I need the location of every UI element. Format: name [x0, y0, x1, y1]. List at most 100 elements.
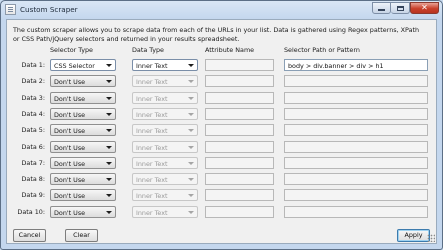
- data-type-select-value: Inner Text: [136, 209, 168, 217]
- selector-type-select-value: Don't Use: [54, 160, 86, 168]
- dialog-body: The custom scraper allows you to scrape …: [6, 19, 437, 244]
- data-type-select: Inner Text: [132, 75, 198, 87]
- minimize-button[interactable]: [372, 2, 391, 14]
- cancel-button[interactable]: Cancel: [13, 229, 46, 242]
- column-header-data-type: Data Type: [132, 46, 164, 54]
- row-label: Data 6:: [21, 143, 45, 151]
- maximize-button[interactable]: [391, 2, 410, 14]
- data-type-select: Inner Text: [132, 206, 198, 218]
- data-type-select-value: Inner Text: [136, 160, 168, 168]
- chevron-down-icon: [188, 194, 194, 197]
- data-type-select-value: Inner Text: [136, 62, 168, 70]
- selector-type-select-value: Don't Use: [54, 127, 86, 135]
- attribute-name-field: [205, 124, 274, 136]
- attribute-name-field: [205, 92, 274, 104]
- column-header-selector-type: Selector Type: [50, 46, 93, 54]
- maximize-icon: [396, 5, 404, 11]
- attribute-name-field: [205, 141, 274, 153]
- selector-path-field: [284, 189, 428, 201]
- chevron-down-icon: [106, 80, 112, 83]
- row-label: Data 8:: [21, 175, 45, 183]
- data-type-select: Inner Text: [132, 141, 198, 153]
- selector-path-field: [284, 124, 428, 136]
- selector-path-field: [284, 141, 428, 153]
- attribute-name-field: [205, 157, 274, 169]
- window-app-icon[interactable]: [5, 4, 16, 15]
- data-type-select-value: Inner Text: [136, 127, 168, 135]
- row-label: Data 2:: [21, 77, 45, 85]
- selector-type-select-value: CSS Selector: [54, 62, 95, 70]
- selector-path-field: [284, 157, 428, 169]
- chevron-down-icon: [106, 97, 112, 100]
- chevron-down-icon: [106, 211, 112, 214]
- chevron-down-icon: [106, 64, 112, 67]
- row-label: Data 9:: [21, 191, 45, 199]
- data-type-select-value: Inner Text: [136, 111, 168, 119]
- data-type-select[interactable]: Inner Text: [132, 59, 198, 71]
- attribute-name-field: [205, 75, 274, 87]
- data-type-select-value: Inner Text: [136, 144, 168, 152]
- data-type-select: Inner Text: [132, 92, 198, 104]
- selector-type-select[interactable]: Don't Use: [50, 75, 116, 87]
- selector-path-field: [284, 92, 428, 104]
- chevron-down-icon: [188, 97, 194, 100]
- chevron-down-icon: [106, 178, 112, 181]
- attribute-name-field: [205, 59, 274, 71]
- row-label: Data 7:: [21, 159, 45, 167]
- custom-scraper-window: Custom Scraper ✕ The custom scraper allo…: [0, 0, 443, 250]
- selector-type-select[interactable]: Don't Use: [50, 124, 116, 136]
- resize-grip-icon[interactable]: [427, 234, 435, 242]
- close-button[interactable]: ✕: [410, 2, 439, 14]
- chevron-down-icon: [188, 64, 194, 67]
- selector-type-select-value: Don't Use: [54, 78, 86, 86]
- apply-button[interactable]: Apply: [397, 229, 430, 242]
- row-label: Data 4:: [21, 110, 45, 118]
- clear-button[interactable]: Clear: [65, 229, 98, 242]
- chevron-down-icon: [106, 162, 112, 165]
- selector-path-field: [284, 206, 428, 218]
- data-type-select-value: Inner Text: [136, 192, 168, 200]
- chevron-down-icon: [106, 129, 112, 132]
- chevron-down-icon: [106, 146, 112, 149]
- selector-type-select[interactable]: Don't Use: [50, 141, 116, 153]
- chevron-down-icon: [188, 146, 194, 149]
- close-icon: ✕: [421, 3, 428, 12]
- chevron-down-icon: [188, 113, 194, 116]
- description-text: The custom scraper allows you to scrape …: [13, 26, 420, 43]
- selector-path-field: [284, 75, 428, 87]
- data-type-select: Inner Text: [132, 173, 198, 185]
- minimize-icon: [378, 9, 385, 11]
- selector-type-select[interactable]: Don't Use: [50, 173, 116, 185]
- selector-type-select-value: Don't Use: [54, 95, 86, 103]
- title-bar[interactable]: Custom Scraper ✕: [1, 1, 442, 19]
- chevron-down-icon: [106, 113, 112, 116]
- selector-type-select[interactable]: Don't Use: [50, 157, 116, 169]
- row-label: Data 1:: [21, 61, 45, 69]
- selector-type-select[interactable]: Don't Use: [50, 92, 116, 104]
- selector-type-select[interactable]: Don't Use: [50, 108, 116, 120]
- row-label: Data 5:: [21, 126, 45, 134]
- data-type-select: Inner Text: [132, 189, 198, 201]
- data-type-select: Inner Text: [132, 124, 198, 136]
- selector-path-field[interactable]: body > div.banner > div > h1: [284, 59, 428, 71]
- selector-type-select-value: Don't Use: [54, 209, 86, 217]
- data-type-select-value: Inner Text: [136, 78, 168, 86]
- selector-type-select[interactable]: CSS Selector: [50, 59, 116, 71]
- chevron-down-icon: [188, 178, 194, 181]
- selector-type-select[interactable]: Don't Use: [50, 206, 116, 218]
- chevron-down-icon: [188, 211, 194, 214]
- attribute-name-field: [205, 108, 274, 120]
- chevron-down-icon: [188, 129, 194, 132]
- attribute-name-field: [205, 189, 274, 201]
- attribute-name-field: [205, 206, 274, 218]
- row-label: Data 10:: [17, 208, 45, 216]
- row-label: Data 3:: [21, 94, 45, 102]
- selector-type-select-value: Don't Use: [54, 192, 86, 200]
- column-header-selector-path: Selector Path or Pattern: [284, 46, 360, 54]
- data-type-select: Inner Text: [132, 157, 198, 169]
- selector-path-field-value: body > div.banner > div > h1: [288, 62, 384, 70]
- chevron-down-icon: [188, 162, 194, 165]
- selector-type-select[interactable]: Don't Use: [50, 189, 116, 201]
- selector-path-field: [284, 173, 428, 185]
- selector-type-select-value: Don't Use: [54, 176, 86, 184]
